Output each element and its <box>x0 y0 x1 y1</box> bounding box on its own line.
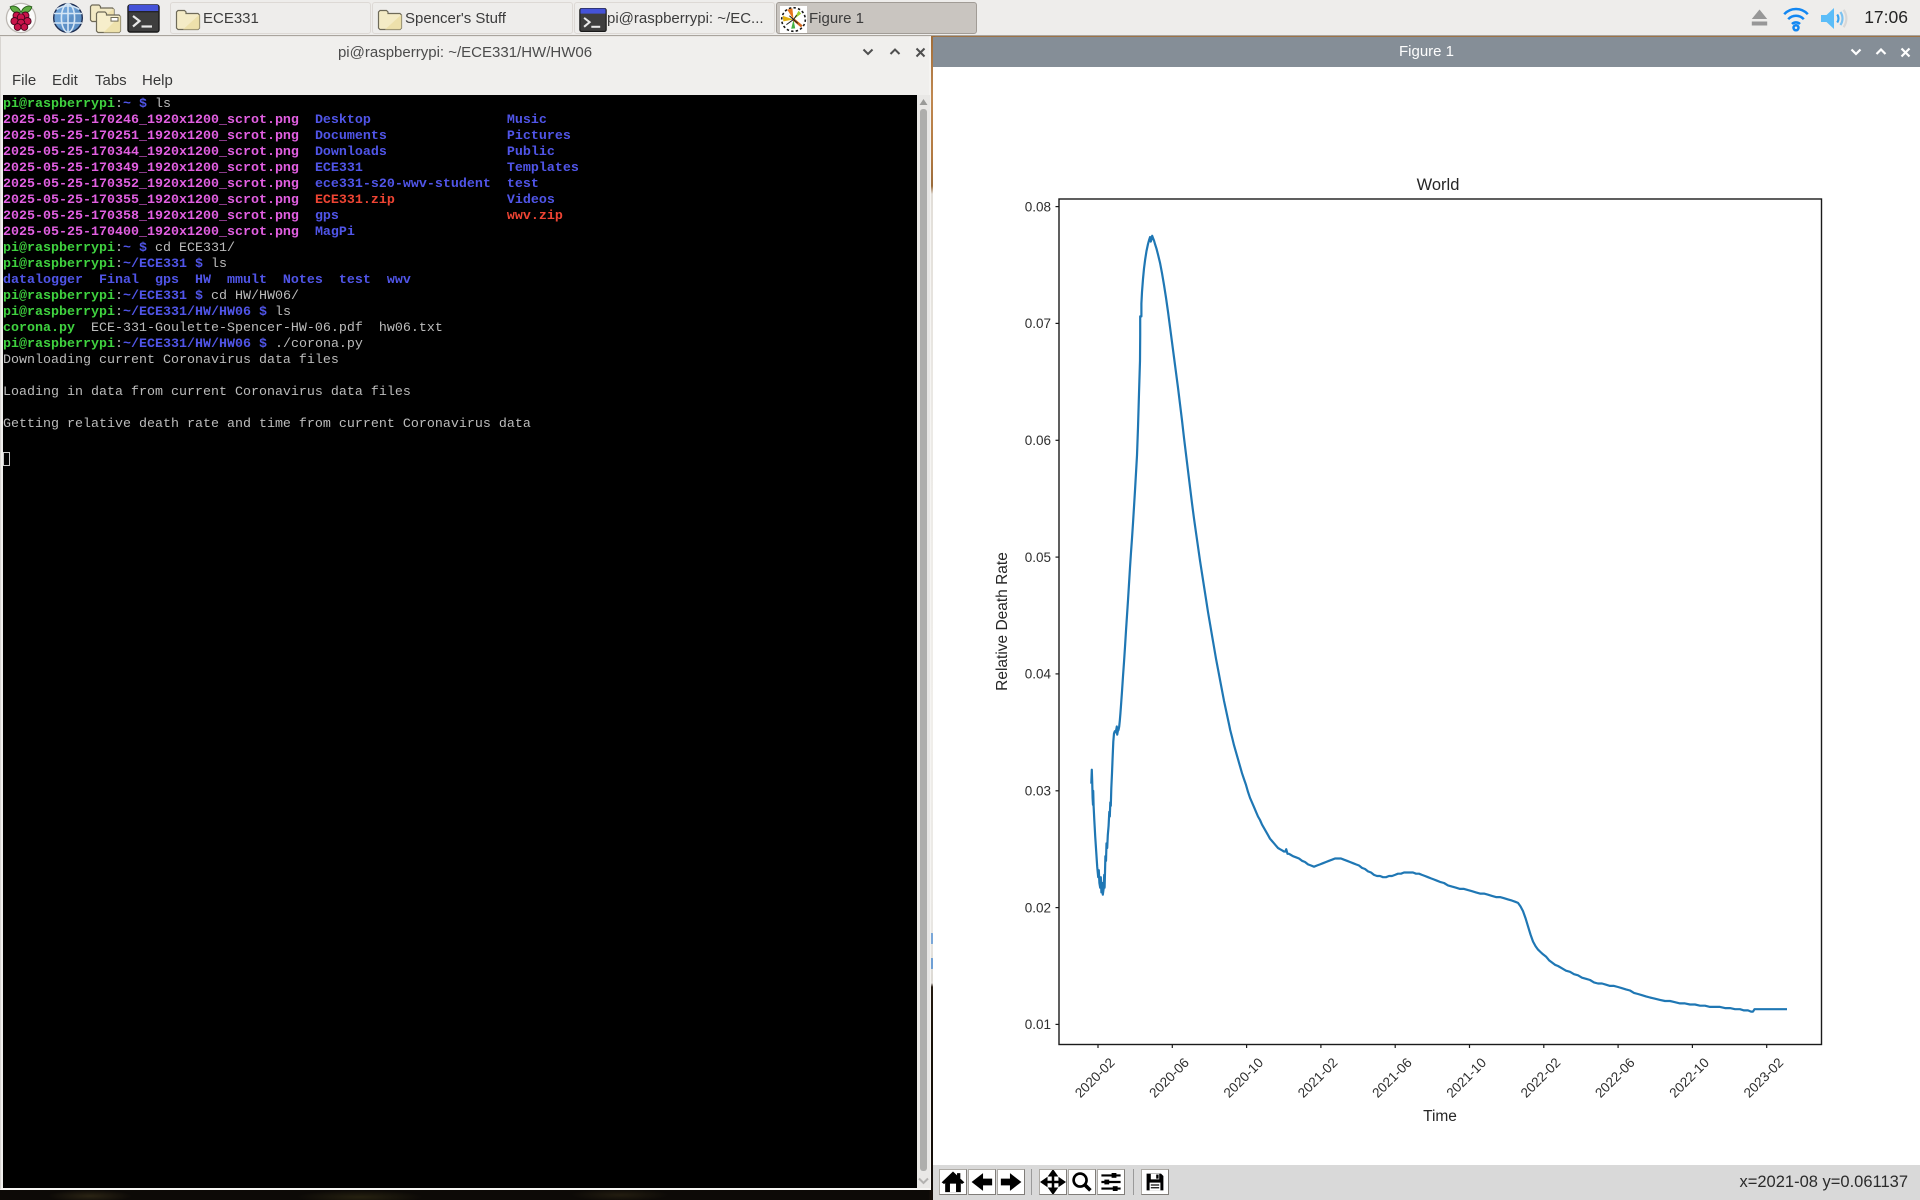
svg-text:2022-10: 2022-10 <box>1666 1055 1712 1101</box>
svg-text:0.06: 0.06 <box>1025 433 1051 448</box>
svg-text:2023-02: 2023-02 <box>1741 1055 1787 1101</box>
svg-text:0.03: 0.03 <box>1025 784 1051 799</box>
svg-text:0.02: 0.02 <box>1025 900 1051 915</box>
svg-text:Relative Death Rate: Relative Death Rate <box>994 552 1011 691</box>
svg-text:0.05: 0.05 <box>1025 550 1051 565</box>
svg-text:World: World <box>1417 176 1460 194</box>
svg-text:2020-06: 2020-06 <box>1146 1055 1192 1101</box>
svg-text:2020-02: 2020-02 <box>1072 1055 1118 1101</box>
svg-text:0.01: 0.01 <box>1025 1017 1051 1032</box>
svg-text:2020-10: 2020-10 <box>1221 1055 1267 1101</box>
svg-text:2022-06: 2022-06 <box>1592 1055 1638 1101</box>
svg-text:2021-10: 2021-10 <box>1443 1055 1489 1101</box>
svg-text:2021-06: 2021-06 <box>1369 1055 1415 1101</box>
svg-text:0.08: 0.08 <box>1025 199 1051 214</box>
svg-text:2022-02: 2022-02 <box>1518 1055 1564 1101</box>
svg-text:0.04: 0.04 <box>1025 667 1052 682</box>
svg-text:Time: Time <box>1423 1108 1457 1125</box>
svg-text:0.07: 0.07 <box>1025 316 1051 331</box>
svg-text:2021-02: 2021-02 <box>1295 1055 1341 1101</box>
